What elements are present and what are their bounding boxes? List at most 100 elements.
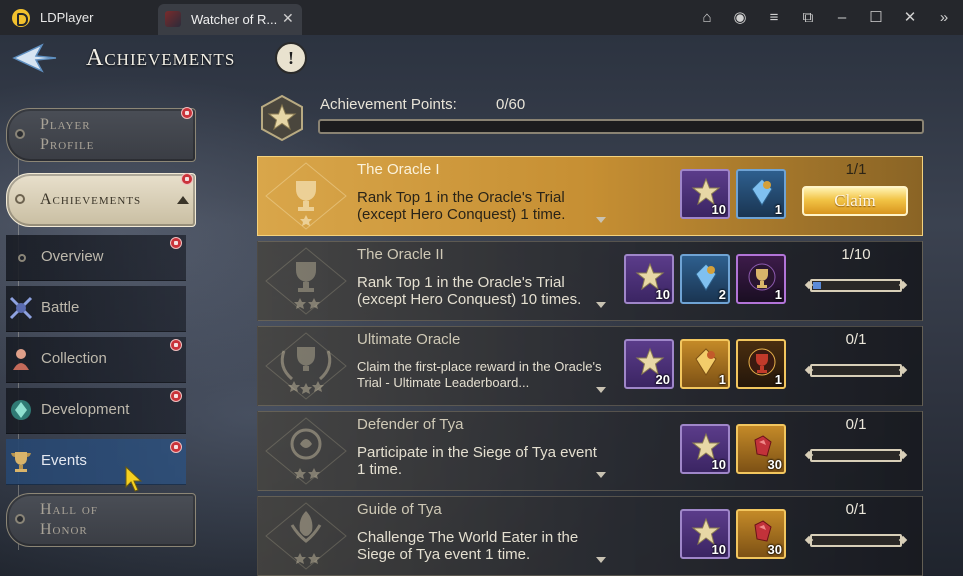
notification-badge-icon	[181, 107, 193, 119]
reward-quantity: 10	[655, 287, 670, 302]
achievement-progress-text: 0/1	[845, 331, 867, 348]
reward-item[interactable]: 1	[736, 339, 786, 389]
achievement-points-star-icon	[261, 94, 303, 142]
expand-chevron-icon[interactable]	[596, 302, 606, 308]
menu-icon[interactable]: ≡	[764, 8, 784, 28]
tab-close-icon[interactable]: ✕	[282, 10, 294, 27]
mouse-cursor-icon	[125, 465, 143, 492]
popout-icon[interactable]: ⧉	[798, 8, 818, 28]
gold-crystal-icon	[695, 348, 717, 376]
notification-badge-icon	[170, 441, 182, 453]
back-arrow-icon[interactable]	[12, 43, 58, 73]
sidebar-item-overview[interactable]: Overview	[6, 235, 186, 281]
reward-quantity: 1	[774, 202, 782, 217]
expand-chevron-icon[interactable]	[596, 387, 606, 393]
ldplayer-logo-icon	[12, 9, 30, 27]
sidebar-item-label: Events	[41, 452, 87, 469]
collection-figure-icon	[13, 349, 29, 370]
reward-quantity: 20	[655, 372, 670, 387]
info-button[interactable]: !	[275, 42, 307, 74]
reward-item[interactable]: 10	[680, 509, 730, 559]
expand-chevron-icon[interactable]	[596, 557, 606, 563]
close-window-icon[interactable]: ✕	[900, 8, 920, 28]
title-bar: LDPlayer Watcher of R... ✕ ⌂ ◉ ≡ ⧉ – ☐ ✕…	[0, 0, 963, 35]
achievement-card: The Oracle I Rank Top 1 in the Oracle's …	[257, 156, 923, 236]
crossed-swords-icon	[9, 296, 33, 320]
minimize-icon[interactable]: –	[832, 8, 852, 28]
collapse-sidebar-icon[interactable]: »	[934, 8, 954, 28]
notification-badge-icon	[181, 173, 193, 185]
tab-label: Watcher of R...	[191, 12, 278, 27]
progress-fill	[813, 282, 821, 289]
claim-button[interactable]: Claim	[802, 186, 908, 216]
reward-item[interactable]: 20	[624, 339, 674, 389]
achievement-progress-text: 0/1	[845, 416, 867, 433]
laurel-trophy-emblem-icon	[265, 332, 347, 400]
reward-item[interactable]: 10	[680, 424, 730, 474]
reward-item[interactable]: 10	[680, 169, 730, 219]
achievement-description: Rank Top 1 in the Oracle's Trial (except…	[357, 189, 566, 223]
reward-item[interactable]: 1	[680, 339, 730, 389]
sidebar-item-collection[interactable]: Collection	[6, 337, 186, 383]
nav-label-line1: Player	[40, 116, 91, 133]
achievement-progress-bar	[810, 364, 902, 377]
reward-item[interactable]: 30	[736, 509, 786, 559]
blue-crystal-icon	[751, 178, 773, 206]
sidebar-item-events[interactable]: Events	[6, 439, 186, 485]
achievement-card: Ultimate Oracle Claim the first-place re…	[257, 326, 923, 406]
collapse-caret-icon	[177, 196, 189, 204]
sub-dot	[18, 254, 26, 262]
sidebar-item-development[interactable]: Development	[6, 388, 186, 434]
achievement-title: Ultimate Oracle	[357, 331, 461, 348]
reward-item[interactable]: 30	[736, 424, 786, 474]
reward-quantity: 2	[718, 287, 726, 302]
sidebar-item-achievements[interactable]: Achievements	[6, 173, 196, 227]
development-gem-icon	[11, 400, 31, 420]
nav-dot	[15, 194, 25, 204]
reward-item[interactable]: 2	[680, 254, 730, 304]
reward-quantity: 30	[767, 457, 782, 472]
sidebar-item-battle[interactable]: Battle	[6, 286, 186, 332]
achievement-title: Defender of Tya	[357, 416, 464, 433]
sidebar-item-label: Development	[41, 401, 130, 418]
account-icon[interactable]: ◉	[730, 8, 750, 28]
expand-chevron-icon[interactable]	[596, 472, 606, 478]
achievement-progress-text: 1/10	[841, 246, 871, 263]
nav-label-line1: Hall of	[40, 501, 98, 518]
reward-item[interactable]: 1	[736, 254, 786, 304]
store-icon[interactable]: ⌂	[697, 8, 717, 28]
nav-label: Achievements	[40, 191, 142, 208]
expand-chevron-icon[interactable]	[596, 217, 606, 223]
sidebar-item-label: Collection	[41, 350, 107, 367]
reward-item[interactable]: 10	[624, 254, 674, 304]
gold-trophy-frame-icon	[748, 348, 776, 376]
achievement-card: Guide of Tya Challenge The World Eater i…	[257, 496, 923, 576]
achievement-description: Challenge The World Eater in the Siege o…	[357, 529, 579, 563]
tab-watcher-of-realms[interactable]: Watcher of R... ✕	[158, 4, 302, 35]
maximize-icon[interactable]: ☐	[866, 8, 886, 28]
achievement-points-label: Achievement Points:	[320, 96, 457, 113]
reward-item[interactable]: 1	[736, 169, 786, 219]
achievement-card: Defender of Tya Participate in the Siege…	[257, 411, 923, 491]
reward-quantity: 1	[774, 287, 782, 302]
achievement-points-value: 0/60	[496, 96, 526, 113]
achievement-description: Rank Top 1 in the Oracle's Trial (except…	[357, 274, 582, 308]
achievement-progress-bar	[810, 534, 902, 547]
achievement-progress-bar	[810, 449, 902, 462]
nav-dot	[15, 514, 25, 524]
achievement-progress-bar	[810, 279, 902, 292]
sidebar-item-hall-of-honor[interactable]: Hall of Honor	[6, 493, 196, 547]
page-title: Achievements	[86, 45, 236, 71]
achievement-progress-text: 0/1	[845, 501, 867, 518]
sidebar-item-player-profile[interactable]: Player Profile	[6, 108, 196, 162]
achievement-points-bar	[318, 119, 924, 134]
game-icon	[165, 11, 181, 27]
swirl-emblem-icon	[265, 417, 347, 485]
nav-label-line2: Profile	[40, 136, 95, 153]
notification-badge-icon	[170, 390, 182, 402]
achievement-title: The Oracle I	[357, 161, 440, 178]
reward-quantity: 1	[774, 372, 782, 387]
achievement-card: The Oracle II Rank Top 1 in the Oracle's…	[257, 241, 923, 321]
trophy-icon	[11, 452, 31, 472]
app-name: LDPlayer	[40, 10, 94, 25]
